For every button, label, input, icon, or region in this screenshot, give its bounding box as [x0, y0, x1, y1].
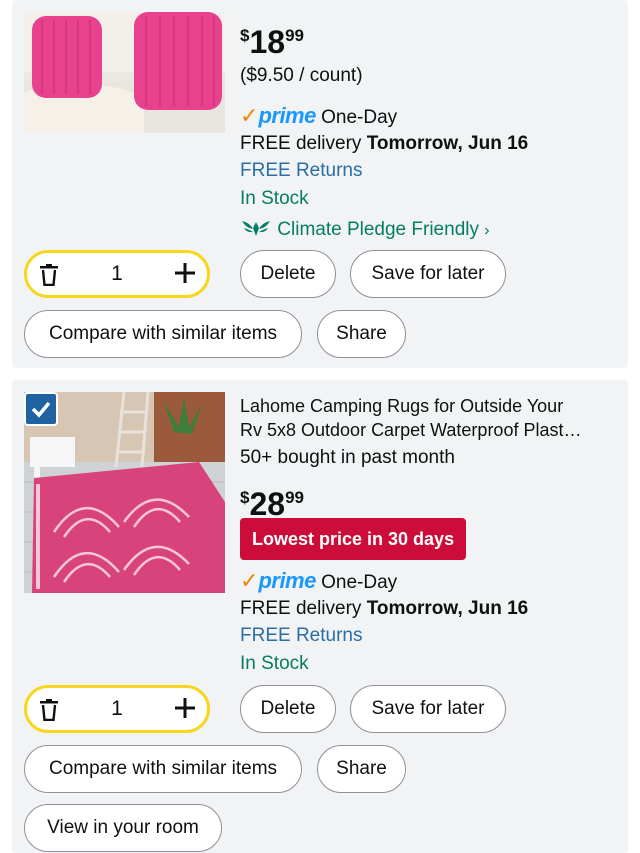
product-image-pillows[interactable] [24, 12, 225, 133]
cart-item-card: $1899 ($9.50 / count) ✓prime One-Day FRE… [12, 0, 628, 368]
stock-status: In Stock [240, 188, 309, 209]
delete-button[interactable]: Delete [240, 685, 336, 733]
bought-count: 50+ bought in past month [240, 447, 455, 468]
compare-similar-button[interactable]: Compare with similar items [24, 310, 302, 358]
prime-badge: ✓prime One-Day [240, 104, 397, 130]
climate-pledge-link[interactable]: Climate Pledge Friendly › [240, 218, 490, 243]
cart-item-card: Lahome Camping Rugs for Outside Your Rv … [12, 380, 628, 853]
checkmark-icon [31, 401, 51, 418]
lowest-price-badge: Lowest price in 30 days [240, 518, 467, 560]
share-button[interactable]: Share [317, 310, 406, 358]
item-price: $1899 [240, 24, 304, 60]
plus-icon[interactable] [173, 261, 197, 285]
prime-badge: ✓prime One-Day [240, 569, 397, 595]
free-returns-link[interactable]: FREE Returns [240, 159, 362, 183]
climate-pledge-label: Climate Pledge Friendly [277, 219, 479, 240]
item-details: Lahome Camping Rugs for Outside Your Rv … [240, 380, 620, 680]
climate-pledge-icon [242, 221, 270, 236]
delete-button[interactable]: Delete [240, 250, 336, 298]
share-button[interactable]: Share [317, 745, 406, 793]
price-dollars: 28 [249, 486, 286, 522]
prime-logo: prime [258, 103, 316, 128]
price-dollars: 18 [249, 24, 286, 60]
delivery-prefix: FREE delivery [240, 598, 362, 619]
select-item-checkbox[interactable] [24, 392, 58, 426]
prime-check-icon: ✓ [240, 103, 259, 128]
free-returns-link[interactable]: FREE Returns [240, 624, 362, 648]
quantity-stepper: 1 [24, 685, 210, 733]
item-price: $2899 [240, 486, 304, 522]
prime-check-icon: ✓ [240, 568, 259, 593]
delivery-date: Tomorrow, Jun 16 [366, 598, 529, 619]
delivery-info: FREE delivery Tomorrow, Jun 16 [240, 132, 528, 156]
prime-service: One-Day [321, 107, 398, 128]
delivery-prefix: FREE delivery [240, 133, 362, 154]
unit-price: ($9.50 / count) [240, 65, 363, 86]
delivery-info: FREE delivery Tomorrow, Jun 16 [240, 597, 528, 621]
product-title-line2[interactable]: Rv 5x8 Outdoor Carpet Waterproof Plast… [240, 418, 581, 442]
delivery-date: Tomorrow, Jun 16 [366, 133, 529, 154]
price-cents: 99 [285, 488, 304, 507]
chevron-right-icon: › [484, 222, 490, 239]
stock-status: In Stock [240, 653, 309, 674]
price-cents: 99 [285, 26, 304, 45]
plus-icon[interactable] [173, 696, 197, 720]
save-for-later-button[interactable]: Save for later [350, 685, 506, 733]
prime-logo: prime [258, 568, 316, 593]
product-title-line1[interactable]: Lahome Camping Rugs for Outside Your [240, 394, 563, 418]
save-for-later-button[interactable]: Save for later [350, 250, 506, 298]
compare-similar-button[interactable]: Compare with similar items [24, 745, 302, 793]
view-in-room-button[interactable]: View in your room [24, 804, 222, 852]
quantity-stepper: 1 [24, 250, 210, 298]
prime-service: One-Day [321, 572, 398, 593]
